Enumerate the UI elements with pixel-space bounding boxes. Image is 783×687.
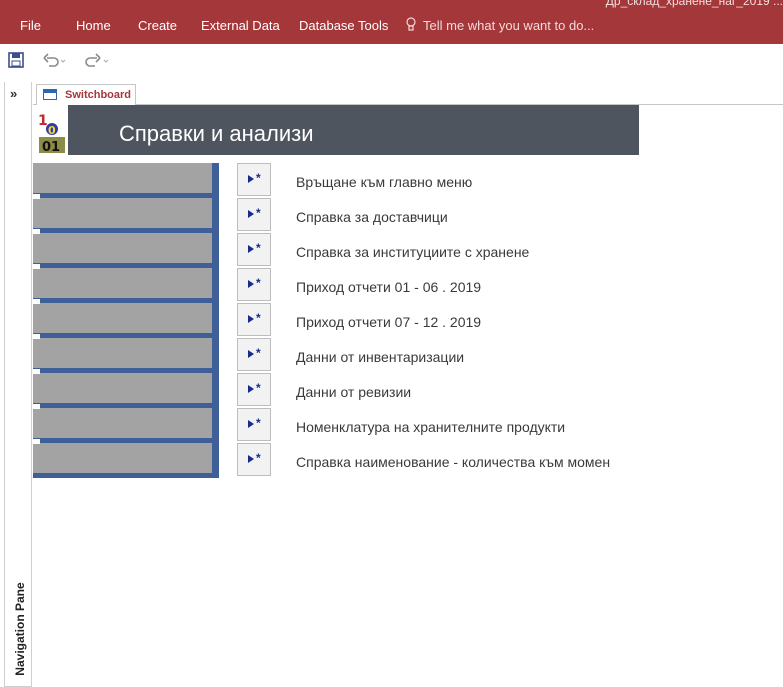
asterisk-icon: * xyxy=(256,206,261,220)
asterisk-icon: * xyxy=(256,311,261,325)
switchboard-item-button-7[interactable]: * xyxy=(237,373,271,406)
asterisk-icon: * xyxy=(256,346,261,360)
tab-home[interactable]: Home xyxy=(76,18,111,33)
decorative-notch xyxy=(33,264,40,269)
decorative-notch xyxy=(33,439,40,444)
decorative-block xyxy=(33,163,212,193)
svg-text:01: 01 xyxy=(42,140,60,155)
asterisk-icon: * xyxy=(256,241,261,255)
decorative-notch xyxy=(33,194,40,199)
play-arrow-icon xyxy=(248,350,254,358)
switchboard-item-button-4[interactable]: * xyxy=(237,268,271,301)
switchboard-item-label[interactable]: Справка за доставчици xyxy=(296,209,630,225)
decorative-block xyxy=(33,198,212,228)
tell-me-search[interactable]: Tell me what you want to do... xyxy=(423,18,594,33)
switchboard-item-label[interactable]: Връщане към главно меню xyxy=(296,174,630,190)
decorative-notch xyxy=(33,299,40,304)
tab-external-data[interactable]: External Data xyxy=(201,18,280,33)
switchboard-item-label[interactable]: Приход отчети 01 - 06 . 2019 xyxy=(296,279,630,295)
form-header: Справки и анализи xyxy=(68,105,639,155)
decorative-side-bar xyxy=(33,163,219,478)
decorative-block xyxy=(33,268,212,298)
page-title: Справки и анализи xyxy=(119,121,314,146)
switchboard-item-label[interactable]: Данни от инвентаризации xyxy=(296,349,630,365)
decorative-notch xyxy=(33,334,40,339)
switchboard-item-button-9[interactable]: * xyxy=(237,443,271,476)
navigation-pane-label: Navigation Pane xyxy=(13,582,27,676)
switchboard-item-button-1[interactable]: * xyxy=(237,163,271,196)
save-icon[interactable] xyxy=(8,52,24,68)
play-arrow-icon xyxy=(248,245,254,253)
decorative-block xyxy=(33,338,212,368)
asterisk-icon: * xyxy=(256,171,261,185)
tab-create[interactable]: Create xyxy=(138,18,177,33)
asterisk-icon: * xyxy=(256,381,261,395)
navigation-pane[interactable]: » Navigation Pane xyxy=(4,82,32,687)
decorative-block xyxy=(33,408,212,438)
document-tab-bar: Switchboard xyxy=(33,82,783,105)
play-arrow-icon xyxy=(248,175,254,183)
svg-text:0: 0 xyxy=(48,124,56,137)
tab-switchboard-label: Switchboard xyxy=(65,89,132,101)
switchboard-item-button-3[interactable]: * xyxy=(237,233,271,266)
switchboard-form: 1 0 01 Справки и анализи * * * * * * * *… xyxy=(33,105,783,687)
decorative-block xyxy=(33,233,212,263)
asterisk-icon: * xyxy=(256,416,261,430)
ribbon-bar: Др_склад_хранене_наг_2019 ... File Home … xyxy=(0,0,783,44)
switchboard-item-button-5[interactable]: * xyxy=(237,303,271,336)
decorative-block xyxy=(33,303,212,333)
svg-text:1: 1 xyxy=(38,113,48,129)
switchboard-item-label[interactable]: Справка за институциите с хранене xyxy=(296,244,630,260)
switchboard-item-label[interactable]: Приход отчети 07 - 12 . 2019 xyxy=(296,314,630,330)
quick-access-toolbar xyxy=(0,44,783,82)
play-arrow-icon xyxy=(248,210,254,218)
asterisk-icon: * xyxy=(256,451,261,465)
play-arrow-icon xyxy=(248,280,254,288)
decorative-block xyxy=(33,443,212,473)
switchboard-item-button-8[interactable]: * xyxy=(237,408,271,441)
switchboard-item-label[interactable]: Номенклатура на хранителните продукти xyxy=(296,419,630,435)
play-arrow-icon xyxy=(248,385,254,393)
switchboard-item-button-6[interactable]: * xyxy=(237,338,271,371)
form-icon xyxy=(43,89,57,100)
asterisk-icon: * xyxy=(256,276,261,290)
undo-icon[interactable] xyxy=(42,53,66,74)
play-arrow-icon xyxy=(248,420,254,428)
tab-file[interactable]: File xyxy=(20,18,41,33)
switchboard-item-label[interactable]: Справка наименование - количества към мо… xyxy=(296,454,630,470)
tab-database-tools[interactable]: Database Tools xyxy=(299,18,388,33)
tab-switchboard[interactable]: Switchboard xyxy=(36,84,136,105)
window-title: Др_склад_хранене_наг_2019 ... xyxy=(605,0,783,8)
lightbulb-icon xyxy=(405,17,417,37)
access-logo-icon: 1 0 01 xyxy=(36,109,68,155)
play-arrow-icon xyxy=(248,315,254,323)
decorative-notch xyxy=(33,229,40,234)
switchboard-item-label[interactable]: Данни от ревизии xyxy=(296,384,630,400)
redo-icon[interactable] xyxy=(83,53,111,74)
expand-nav-pane-button[interactable]: » xyxy=(10,86,17,101)
decorative-notch xyxy=(33,404,40,409)
decorative-block xyxy=(33,373,212,403)
play-arrow-icon xyxy=(248,455,254,463)
switchboard-item-button-2[interactable]: * xyxy=(237,198,271,231)
decorative-notch xyxy=(33,369,40,374)
